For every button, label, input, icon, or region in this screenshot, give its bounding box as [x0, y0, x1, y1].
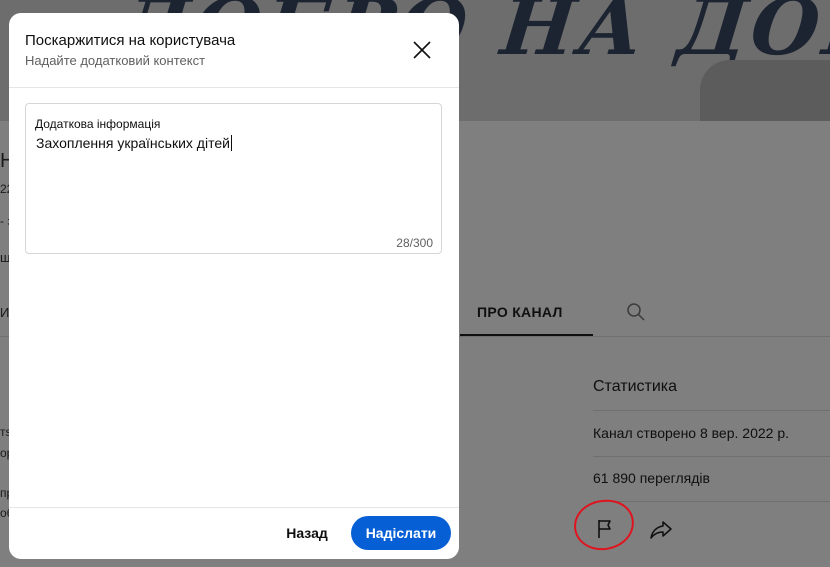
dialog-header-divider — [9, 87, 459, 88]
annotation-circle — [571, 497, 637, 553]
text-caret — [230, 135, 232, 151]
search-icon[interactable] — [626, 302, 646, 322]
stats-created-date: Канал створено 8 вер. 2022 р. — [593, 425, 789, 441]
stats-divider — [593, 410, 830, 411]
dialog-subtitle: Надайте додатковий контекст — [25, 53, 206, 68]
field-label: Додаткова інформація — [35, 117, 161, 131]
character-counter: 28/300 — [396, 236, 433, 250]
tab-about[interactable]: ПРО КАНАЛ — [477, 304, 563, 320]
dialog-footer-divider — [9, 507, 459, 508]
banner-photo — [700, 60, 830, 121]
report-user-dialog: Поскаржитися на користувача Надайте дода… — [9, 13, 459, 559]
share-icon[interactable] — [648, 517, 674, 543]
dialog-title: Поскаржитися на користувача — [25, 32, 236, 49]
stats-divider — [593, 456, 830, 457]
submit-button[interactable]: Надіслати — [351, 516, 451, 550]
stats-view-count: 61 890 переглядів — [593, 470, 710, 486]
close-icon[interactable] — [410, 38, 434, 62]
field-value-text: Захоплення українських дітей — [36, 135, 230, 151]
stats-title: Статистика — [593, 378, 678, 395]
additional-info-textarea[interactable]: Додаткова інформація Захоплення українсь… — [25, 103, 442, 254]
back-button[interactable]: Назад — [271, 516, 343, 550]
stats-divider — [593, 501, 830, 502]
field-value[interactable]: Захоплення українських дітей — [36, 135, 232, 151]
